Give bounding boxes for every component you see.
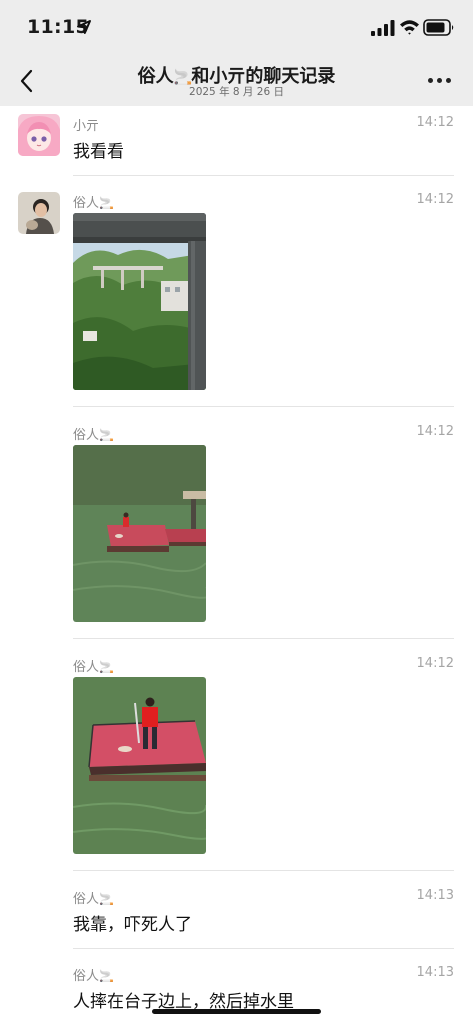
message-text[interactable]: 我靠，吓死人了 bbox=[73, 910, 192, 935]
status-bar: 11:15 bbox=[0, 0, 473, 56]
divider bbox=[73, 175, 454, 176]
divider bbox=[73, 870, 454, 871]
sender-name: 俗人🚬 bbox=[73, 660, 114, 675]
message-time: 14:13 bbox=[416, 965, 454, 980]
back-button[interactable] bbox=[14, 66, 40, 96]
divider bbox=[73, 406, 454, 407]
more-button[interactable] bbox=[425, 67, 455, 93]
sender-name: 俗人🚬 bbox=[73, 969, 114, 984]
cigarette-emoji: 🚬 bbox=[99, 660, 114, 674]
avatar[interactable] bbox=[18, 114, 60, 156]
cigarette-emoji: 🚬 bbox=[99, 969, 114, 983]
message-time: 14:12 bbox=[416, 424, 454, 439]
chat-image-person-on-platform[interactable] bbox=[73, 677, 206, 854]
more-dots-icon bbox=[428, 78, 433, 83]
message-time: 14:13 bbox=[416, 888, 454, 903]
wifi-icon bbox=[400, 20, 419, 35]
avatar[interactable] bbox=[18, 192, 60, 234]
sender-name: 俗人🚬 bbox=[73, 892, 114, 907]
sender-name: 俗人🚬 bbox=[73, 428, 114, 443]
chat-image-valley[interactable] bbox=[73, 213, 206, 390]
chat-image-river-platform[interactable] bbox=[73, 445, 206, 622]
message-time: 14:12 bbox=[416, 656, 454, 671]
message-text[interactable]: 我看看 bbox=[73, 137, 124, 162]
cigarette-emoji: 🚬 bbox=[99, 892, 114, 906]
cigarette-emoji: 🚬 bbox=[99, 196, 114, 210]
sender-name: 小亓 bbox=[73, 119, 100, 134]
divider bbox=[73, 948, 454, 949]
battery-icon bbox=[423, 19, 454, 36]
cigarette-emoji: 🚬 bbox=[99, 428, 114, 442]
message-time: 14:12 bbox=[416, 115, 454, 130]
signal-bars-icon bbox=[371, 20, 395, 36]
sender-name: 俗人🚬 bbox=[73, 196, 114, 211]
divider bbox=[73, 638, 454, 639]
message-time: 14:12 bbox=[416, 192, 454, 207]
chat-history-header: 俗人🚬和小亓的聊天记录 2025 年 8 月 26 日 bbox=[0, 56, 473, 106]
chevron-left-icon bbox=[20, 69, 33, 93]
page-date: 2025 年 8 月 26 日 bbox=[189, 86, 284, 98]
location-arrow-icon bbox=[77, 20, 91, 34]
home-indicator[interactable] bbox=[152, 1009, 321, 1014]
